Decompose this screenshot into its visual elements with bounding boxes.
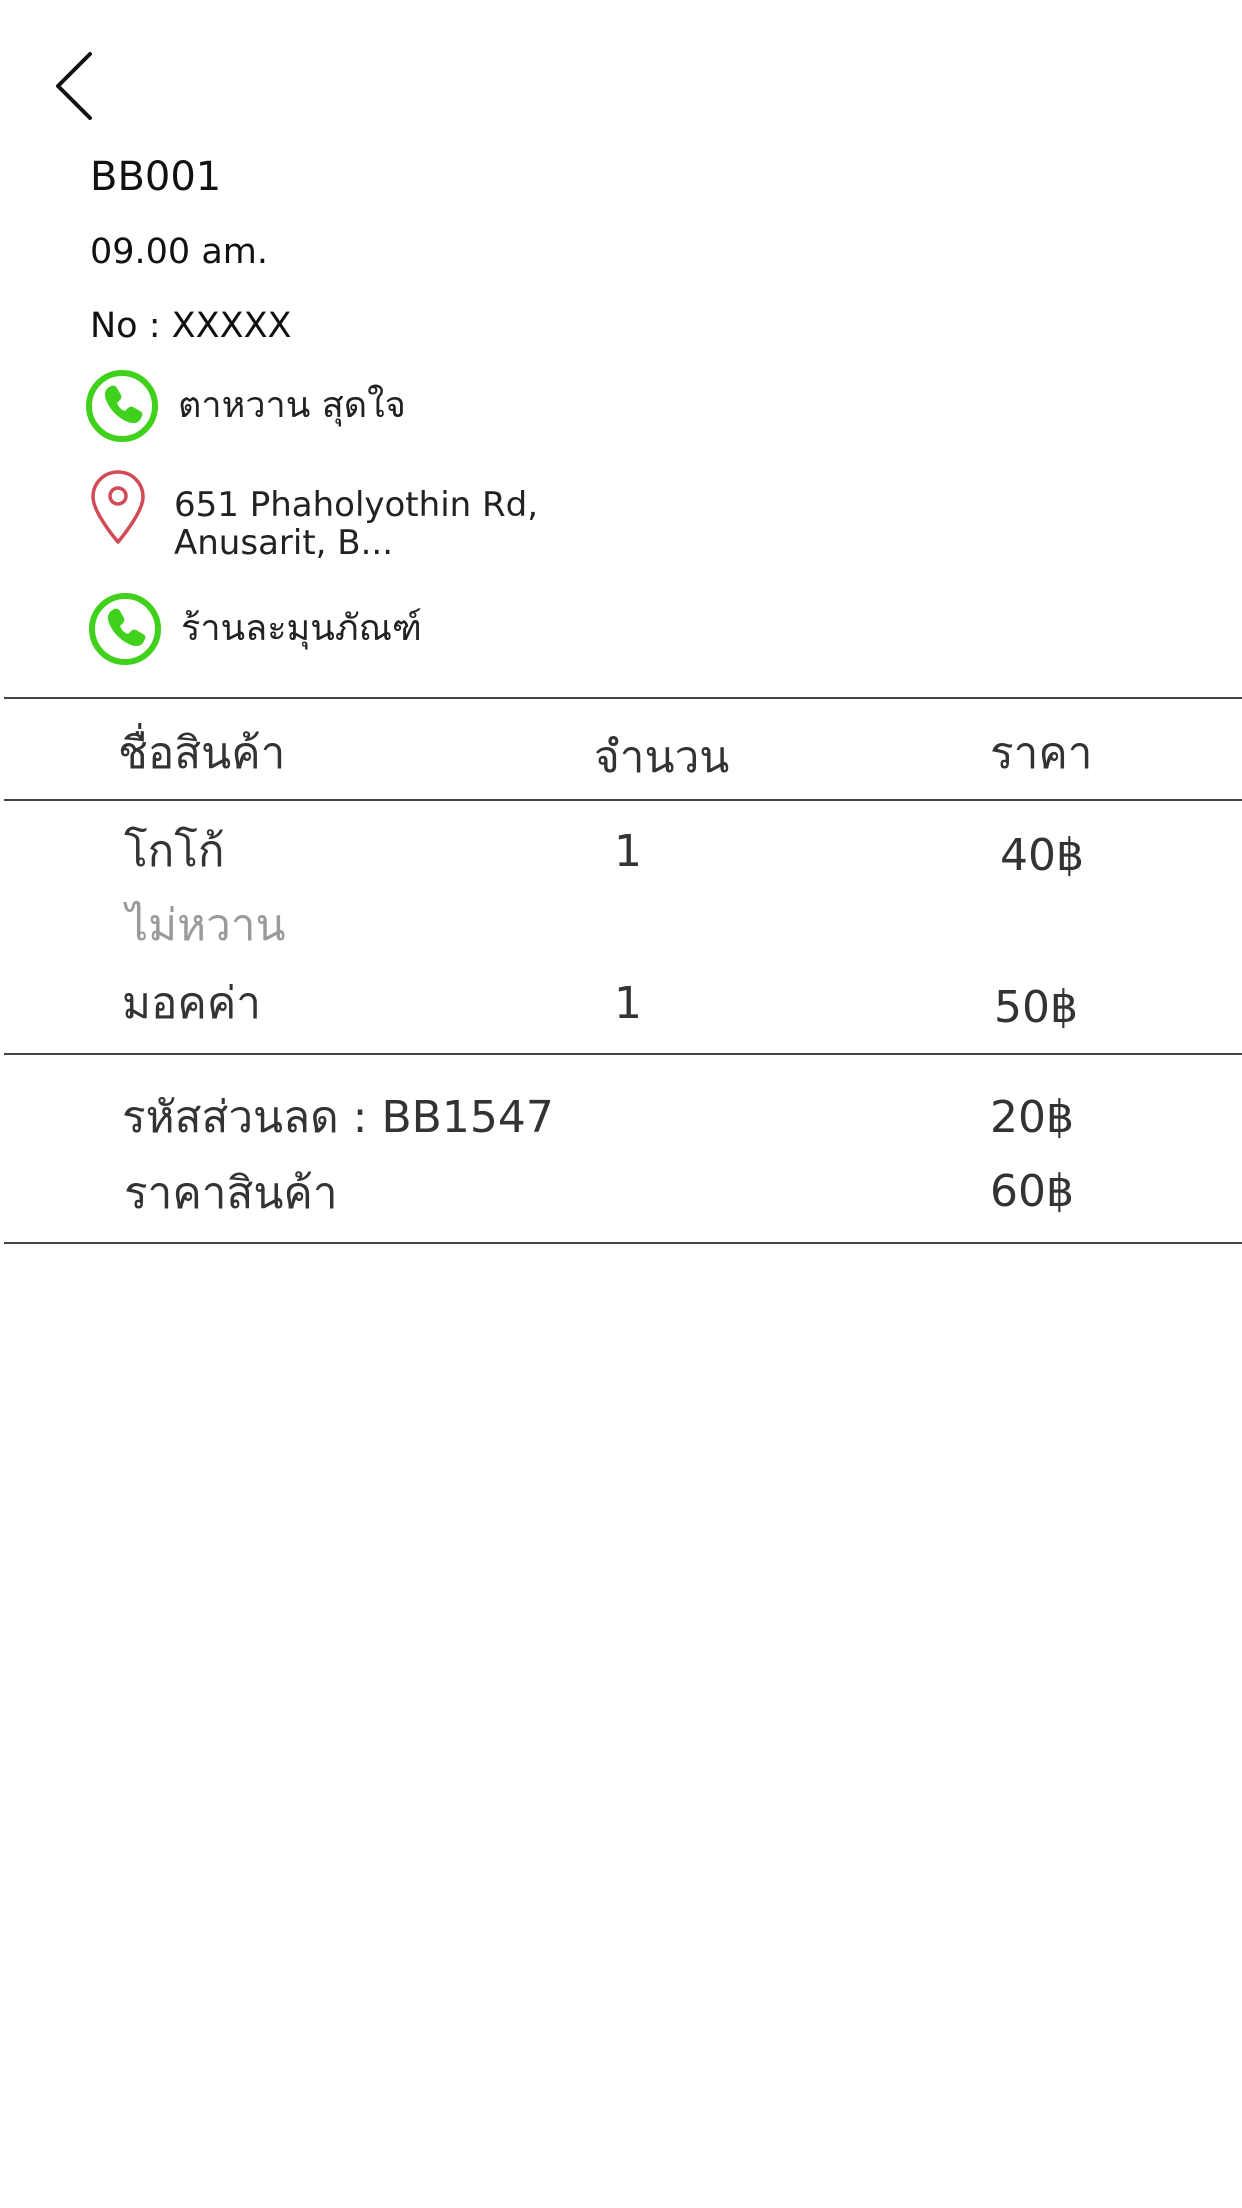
address-line-1: 651 Phaholyothin Rd, [174,485,539,525]
header-price: ราคา [990,728,1093,779]
location-pin-icon [91,470,145,544]
delivery-address[interactable]: 651 Phaholyothin Rd, Anusarit, B... [88,468,538,562]
item-quantity: 1 [614,826,642,877]
order-time: 09.00 am. [90,232,268,272]
discount-code-label: รหัสส่วนลด : BB1547 [122,1092,554,1143]
item-name: มอคค่า [122,978,262,1029]
phone-icon[interactable] [87,591,163,667]
item-price: 40฿ [1000,830,1084,881]
order-number: No : XXXXX [90,306,292,346]
item-name: โกโก้ [124,826,225,877]
address-text: 651 Phaholyothin Rd, Anusarit, B... [174,486,538,562]
address-line-2: Anusarit, B... [174,523,394,563]
header-product-name: ชื่อสินค้า [118,728,286,779]
item-quantity: 1 [614,978,642,1029]
shop-name: ร้านละมุนภัณฑ์ [181,608,422,649]
back-button[interactable] [46,46,106,126]
item-price: 50฿ [994,982,1078,1033]
divider [4,1053,1242,1055]
divider [4,697,1242,699]
customer-name: ตาหวาน สุดใจ [178,385,406,426]
divider [4,1242,1242,1244]
shop-contact[interactable]: ร้านละมุนภัณฑ์ [87,591,422,667]
subtotal-label: ราคาสินค้า [124,1168,338,1219]
header-quantity: จำนวน [594,732,730,783]
subtotal-value: 60฿ [990,1166,1074,1217]
order-code: BB001 [90,154,222,200]
discount-value: 20฿ [990,1092,1074,1143]
item-note: ไม่หวาน [126,900,286,951]
customer-contact[interactable]: ตาหวาน สุดใจ [84,368,406,444]
chevron-left-icon [56,52,92,120]
phone-icon[interactable] [84,368,160,444]
divider [4,799,1242,801]
